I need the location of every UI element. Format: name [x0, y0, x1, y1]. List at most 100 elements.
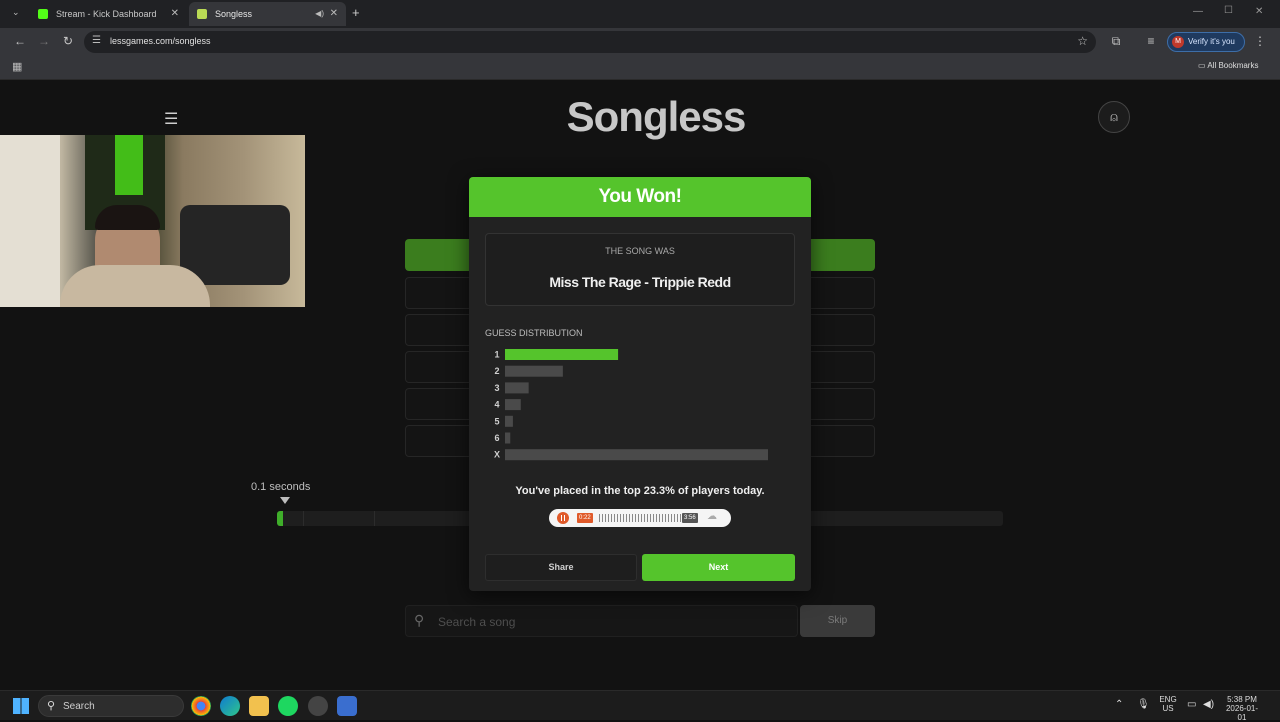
- back-icon[interactable]: ←: [12, 34, 28, 48]
- search-icon: ⚲: [414, 612, 425, 628]
- distribution-row-label: 6: [494, 433, 499, 443]
- windows-taskbar: ⚲ Search ⌃ 🎙 ENG US ▭ ◀) 5:38 PM 2026-01…: [0, 690, 1280, 722]
- folder-icon: ▭: [1198, 61, 1206, 70]
- distribution-row-label: 3: [494, 383, 499, 393]
- clock[interactable]: 5:38 PM 2026-01-01: [1222, 695, 1262, 722]
- obs-icon[interactable]: [308, 696, 328, 716]
- profile-avatar: M: [1172, 36, 1184, 48]
- calendar-app-icon[interactable]: [337, 696, 357, 716]
- taskbar-search[interactable]: ⚲ Search: [38, 695, 184, 717]
- progress-segment-divider: [374, 511, 375, 526]
- browser-menu-icon[interactable]: ⋮: [1252, 34, 1268, 48]
- soundcloud-icon[interactable]: ☁: [707, 511, 717, 522]
- webcam-person-body: [60, 265, 210, 307]
- bookmark-star-icon[interactable]: ☆: [1077, 34, 1088, 48]
- webcam-chair: [180, 205, 290, 285]
- share-button[interactable]: Share: [485, 554, 637, 581]
- close-tab-icon[interactable]: ✕: [171, 2, 179, 26]
- clock-date: 2026-01-01: [1225, 704, 1259, 722]
- waveform[interactable]: [599, 514, 681, 522]
- volume-icon[interactable]: ◀): [1203, 699, 1214, 710]
- extensions-icon[interactable]: ⧉: [1108, 34, 1124, 49]
- webcam-kick-logo: [115, 135, 143, 195]
- progress-segment-divider: [303, 511, 304, 526]
- skip-button[interactable]: Skip: [800, 605, 875, 637]
- tab-search-icon[interactable]: ⌄: [12, 7, 20, 18]
- distribution-bar: [505, 365, 563, 377]
- chrome-icon[interactable]: [191, 696, 211, 716]
- tray-overflow-icon[interactable]: ⌃: [1115, 699, 1123, 710]
- spotify-icon[interactable]: [278, 696, 298, 716]
- clock-time: 5:38 PM: [1227, 695, 1257, 704]
- browser-tab-bar: ⌄ Stream - Kick Dashboard ✕ Songless ◀) …: [0, 0, 1280, 28]
- guess-distribution-chart: 1 2 3 4 5 6 X: [494, 349, 768, 461]
- elapsed-time: 0:22: [577, 513, 593, 523]
- song-label: THE SONG WAS: [605, 246, 675, 256]
- verify-label: Verify it's you: [1188, 37, 1235, 46]
- distribution-bar: [505, 382, 529, 394]
- taskbar-search-label: Search: [63, 701, 95, 712]
- soundcloud-player[interactable]: 0:22 3:56 ☁: [549, 509, 731, 527]
- pause-icon[interactable]: [557, 512, 569, 524]
- distribution-bar: [505, 349, 619, 360]
- tab-kick-dashboard[interactable]: Stream - Kick Dashboard ✕: [30, 2, 187, 26]
- verify-profile-button[interactable]: M Verify it's you: [1167, 32, 1245, 52]
- distribution-bar: [505, 415, 513, 427]
- tab-label: Songless: [215, 9, 253, 19]
- user-account-icon[interactable]: ⍝: [1098, 101, 1130, 133]
- close-tab-icon[interactable]: ✕: [330, 2, 338, 26]
- song-reveal-box: THE SONG WAS Miss The Rage - Trippie Red…: [485, 233, 795, 306]
- url-bar[interactable]: ☰ lessgames.com/songless ☆: [84, 31, 1096, 53]
- close-window-icon[interactable]: ✕: [1255, 6, 1263, 17]
- reload-icon[interactable]: ↻: [60, 34, 76, 48]
- lang-bottom: US: [1162, 704, 1174, 713]
- url-text: lessgames.com/songless: [110, 36, 211, 46]
- edge-icon[interactable]: [220, 696, 240, 716]
- duration-time: 3:56: [682, 513, 698, 523]
- all-bookmarks-label: All Bookmarks: [1207, 61, 1259, 70]
- distribution-row-label: 1: [494, 350, 499, 360]
- song-title: Miss The Rage - Trippie Redd: [549, 274, 731, 290]
- timer-label: 0.1 seconds: [251, 481, 311, 493]
- distribution-label: GUESS DISTRIBUTION: [485, 328, 583, 338]
- songless-favicon-icon: [197, 9, 207, 19]
- lang-top: ENG: [1159, 695, 1177, 704]
- win-modal: You Won! THE SONG WAS Miss The Rage - Tr…: [469, 177, 811, 591]
- tab-songless[interactable]: Songless ◀) ✕: [189, 2, 346, 26]
- distribution-row-label: X: [494, 450, 500, 460]
- hamburger-menu-icon[interactable]: ☰: [164, 109, 178, 129]
- modal-title: You Won!: [469, 177, 811, 217]
- song-search-input[interactable]: [438, 612, 778, 632]
- kick-favicon-icon: [38, 9, 48, 19]
- search-icon: ⚲: [47, 700, 56, 712]
- minimize-icon[interactable]: —: [1193, 6, 1203, 17]
- distribution-row-label: 2: [494, 366, 499, 376]
- all-bookmarks-folder[interactable]: ▭ All Bookmarks: [1198, 61, 1258, 70]
- windows-start-icon[interactable]: [13, 698, 29, 714]
- distribution-bar: [505, 432, 511, 444]
- distribution-bar: [505, 399, 521, 411]
- distribution-row-label: 4: [494, 400, 499, 410]
- microphone-icon[interactable]: 🎙: [1137, 699, 1150, 710]
- network-icon[interactable]: ▭: [1187, 699, 1196, 710]
- new-tab-button[interactable]: +: [352, 5, 360, 20]
- apps-grid-icon[interactable]: ▦: [12, 60, 22, 73]
- progress-fill: [277, 511, 283, 526]
- maximize-icon[interactable]: ☐: [1224, 5, 1233, 16]
- songless-logo: Songless: [566, 93, 747, 140]
- distribution-bar: [505, 449, 768, 461]
- distribution-row-label: 5: [494, 416, 499, 426]
- speaker-icon[interactable]: ◀): [315, 2, 324, 26]
- webcam-door: [0, 135, 60, 307]
- webcam-person-hair: [95, 205, 160, 230]
- song-search-field[interactable]: ⚲: [405, 605, 798, 637]
- site-info-icon[interactable]: ☰: [92, 35, 101, 46]
- media-control-icon[interactable]: ≡: [1143, 34, 1159, 48]
- address-toolbar: ← → ↻ ☰ lessgames.com/songless ☆ ⧉ ≡ M V…: [0, 28, 1280, 56]
- next-button[interactable]: Next: [642, 554, 795, 581]
- file-explorer-icon[interactable]: [249, 696, 269, 716]
- webcam-overlay: [0, 135, 305, 307]
- bookmarks-bar: ▦ ▭ All Bookmarks: [0, 56, 1280, 80]
- forward-icon[interactable]: →: [36, 34, 52, 48]
- language-indicator[interactable]: ENG US: [1156, 695, 1180, 713]
